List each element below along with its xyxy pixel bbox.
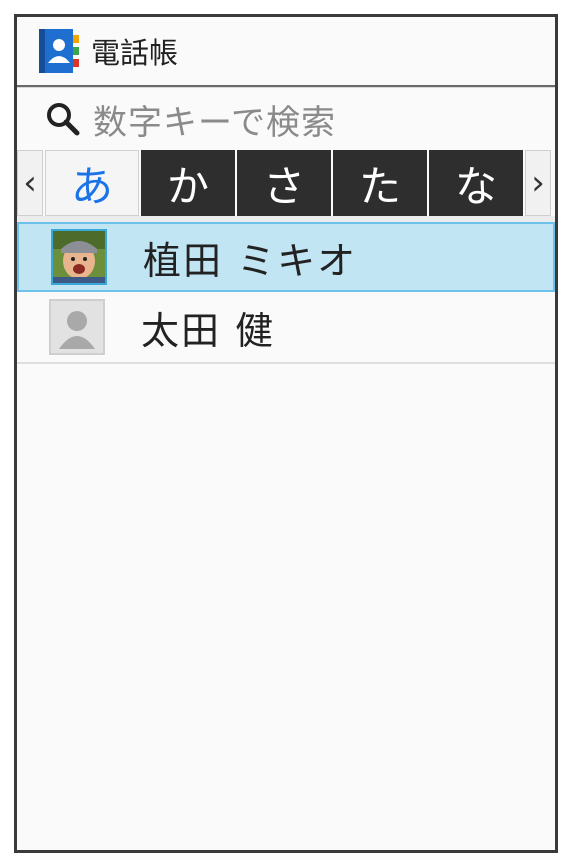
contact-row[interactable]: 太田 健 [17, 292, 555, 364]
tab-ta[interactable]: た [333, 150, 427, 216]
contact-name: 太田 健 [141, 308, 276, 353]
app-title: 電話帳 [91, 36, 179, 70]
title-bar: 電話帳 [17, 17, 555, 87]
tab-na[interactable]: な [429, 150, 523, 216]
phonebook-icon [39, 29, 79, 73]
prev-index-arrow[interactable]: ‹ [17, 150, 43, 216]
search-bar[interactable]: 数字キーで検索 [17, 87, 555, 150]
search-icon [45, 101, 81, 137]
contact-photo [51, 229, 107, 285]
tab-sa[interactable]: さ [237, 150, 331, 216]
index-tab-bar: ‹ あ か さ た な › [17, 150, 555, 216]
contact-name: 植田 ミキオ [143, 238, 358, 283]
tab-ka[interactable]: か [141, 150, 235, 216]
contact-list: 植田 ミキオ 太田 健 [17, 216, 555, 364]
tab-a[interactable]: あ [45, 150, 139, 216]
contact-row[interactable]: 植田 ミキオ [17, 222, 555, 292]
search-placeholder: 数字キーで検索 [93, 102, 336, 143]
next-index-arrow[interactable]: › [525, 150, 551, 216]
person-placeholder-icon [49, 299, 105, 355]
phonebook-screen: 電話帳 数字キーで検索 ‹ あ か さ た な › 植田 ミキオ 太田 健 [14, 14, 558, 853]
